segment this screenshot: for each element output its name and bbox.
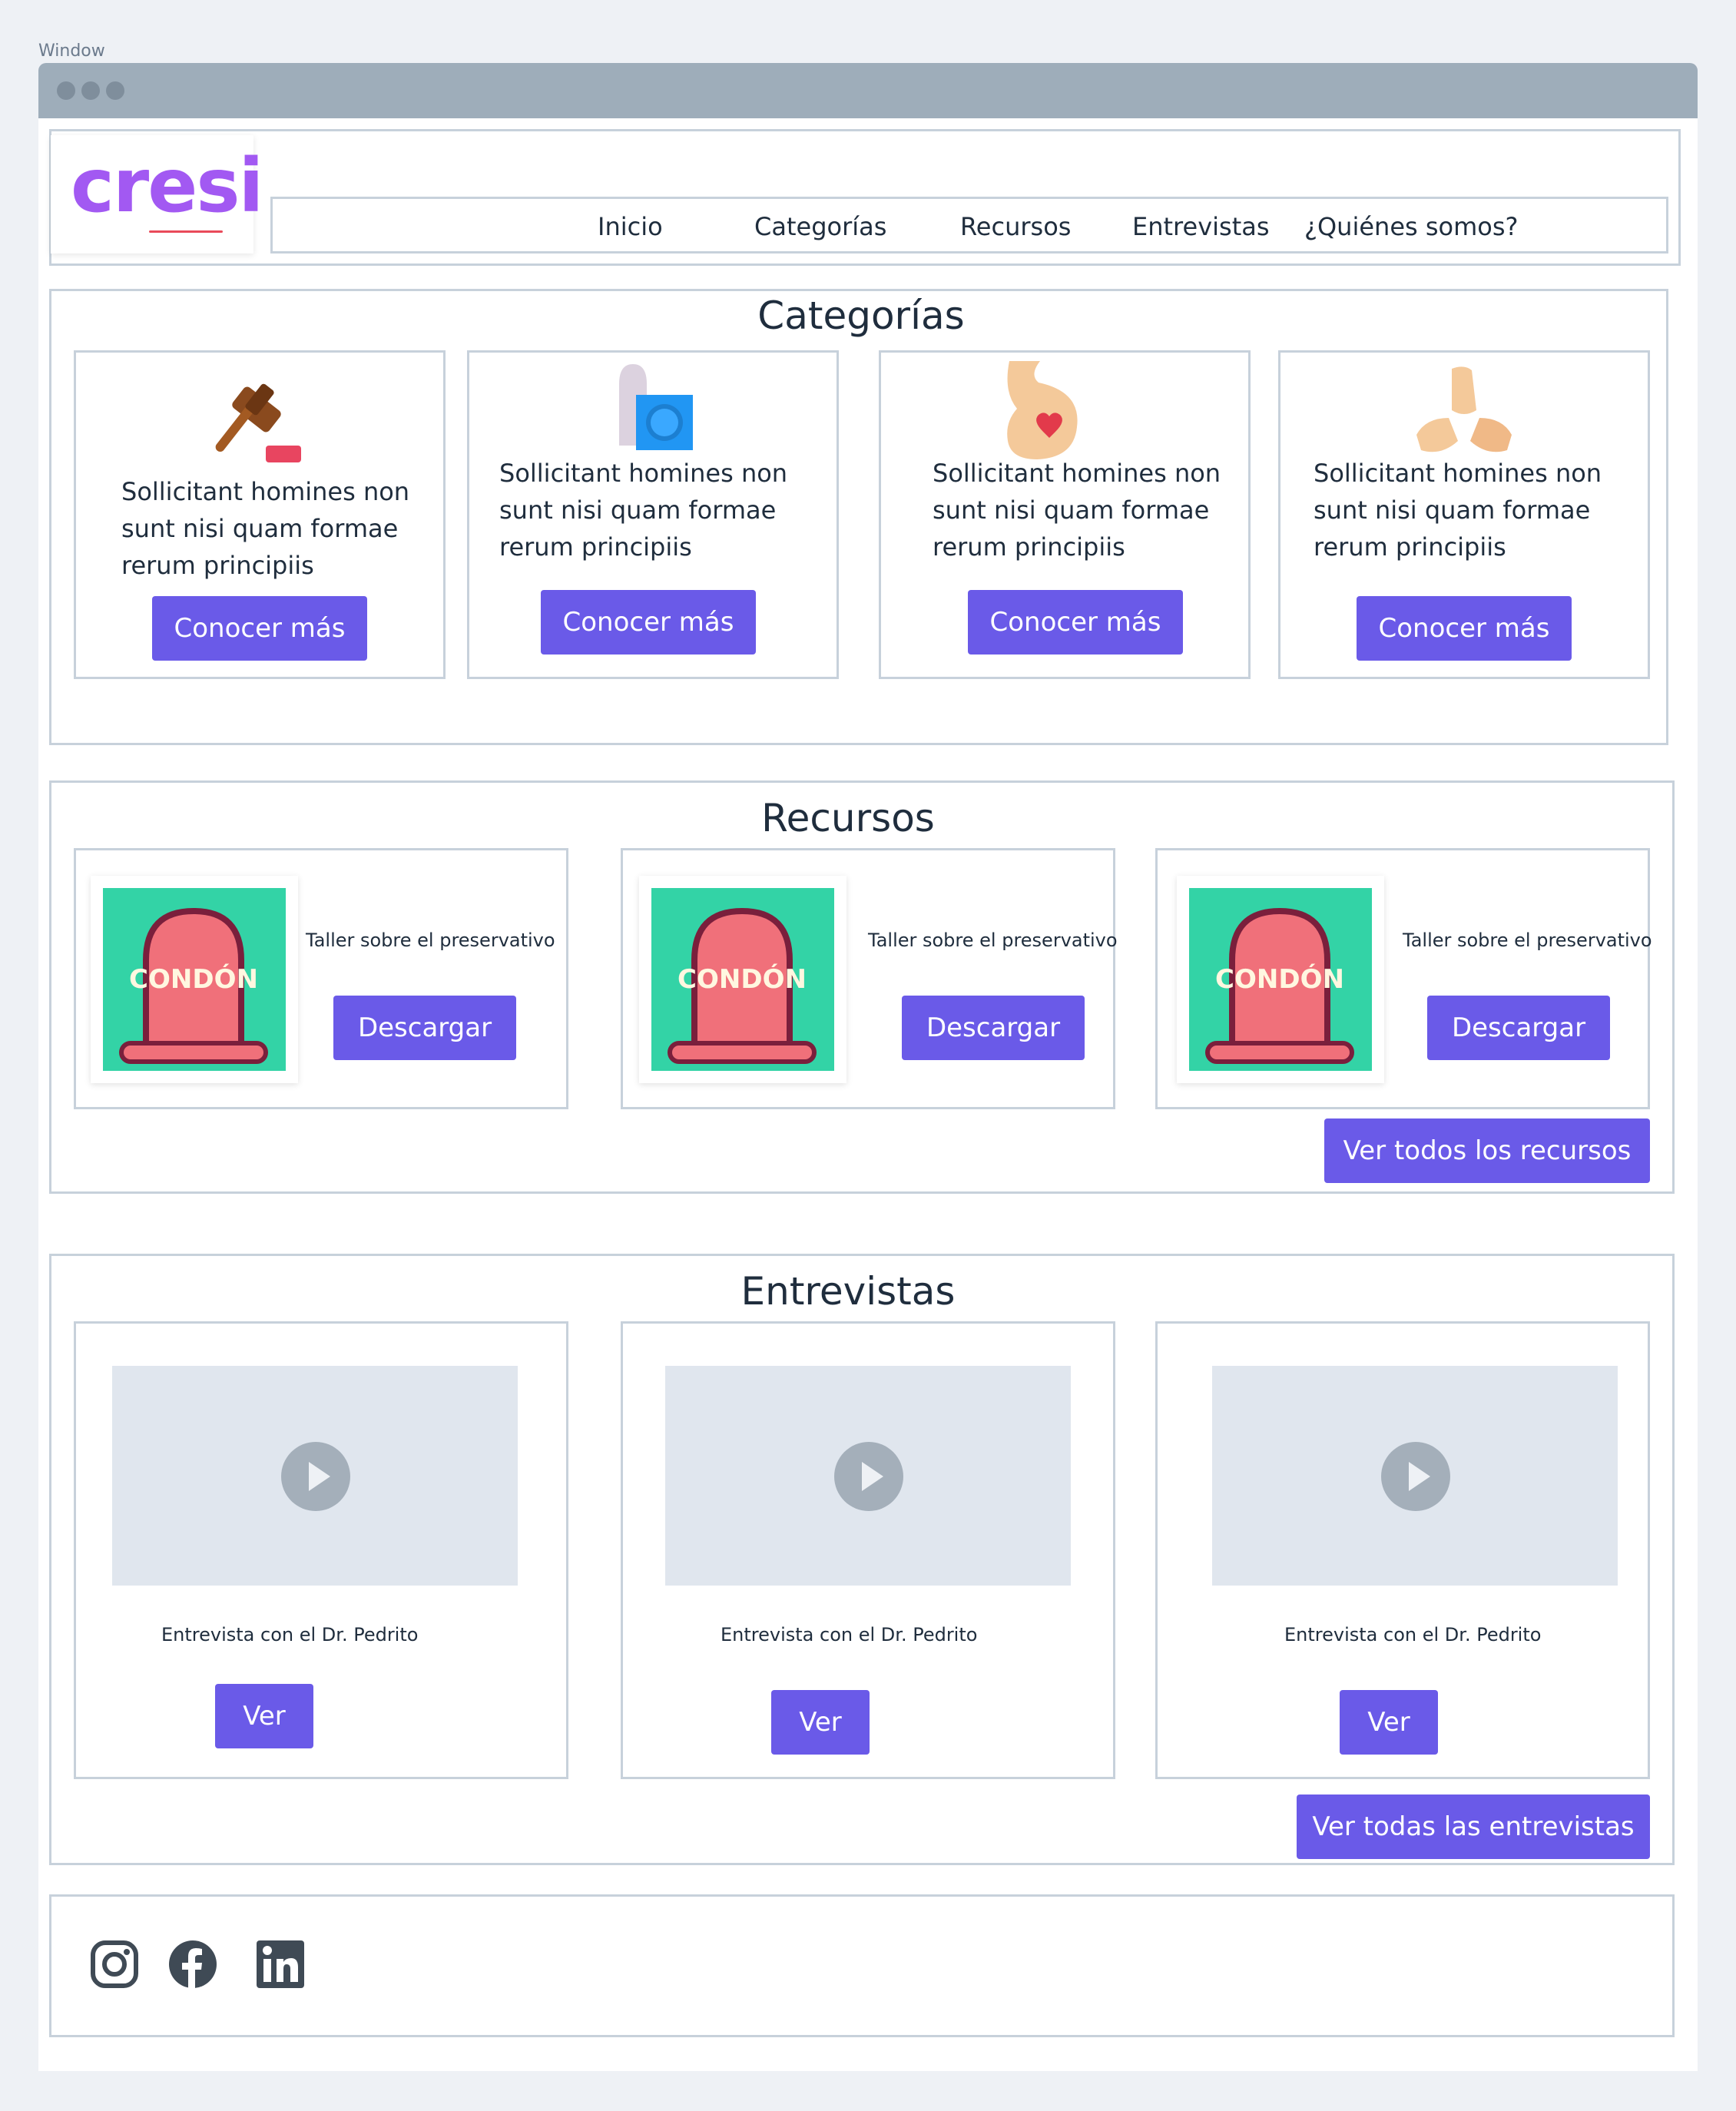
category-text: Sollicitant homines non sunt nisi quam f… [121,477,410,580]
conocer-mas-button[interactable]: Conocer más [541,590,756,655]
ver-button[interactable]: Ver [215,1684,313,1748]
instagram-icon[interactable] [89,1939,140,1990]
gavel-icon [215,383,301,462]
window-dot [106,81,124,100]
play-icon[interactable] [834,1442,903,1511]
linkedin-icon[interactable] [255,1939,306,1990]
video-player[interactable] [665,1366,1071,1586]
video-player[interactable] [1212,1366,1618,1586]
window-dot [57,81,75,100]
resource-poster[interactable]: CONDÓN [1177,876,1384,1083]
category-text: Sollicitant homines non sunt nisi quam f… [933,459,1221,562]
condom-poster-image: CONDÓN [1189,888,1372,1071]
window-titlebar [38,63,1698,118]
logo[interactable]: cresi [51,135,263,254]
nav-inicio[interactable]: Inicio [598,212,663,241]
logo-text: cresi [71,143,263,229]
descargar-button[interactable]: Descargar [333,996,516,1060]
descargar-button[interactable]: Descargar [902,996,1085,1060]
facebook-icon[interactable] [167,1939,218,1990]
interview-label: Entrevista con el Dr. Pedrito [161,1624,419,1645]
window-label: Window [38,41,105,61]
hands-icon [1416,366,1512,452]
recursos-title: Recursos [761,796,935,840]
resource-poster[interactable]: CONDÓN [639,876,846,1083]
resource-label: Taller sobre el preservativo [868,930,1118,951]
ver-todas-entrevistas-button[interactable]: Ver todas las entrevistas [1297,1795,1650,1859]
ver-button[interactable]: Ver [771,1690,870,1755]
nav-categorias[interactable]: Categorías [754,212,886,241]
conocer-mas-button[interactable]: Conocer más [152,596,367,661]
nav-quienes-somos[interactable]: ¿Quiénes somos? [1304,212,1519,241]
svg-text:CONDÓN: CONDÓN [678,963,807,995]
resource-label: Taller sobre el preservativo [1403,930,1652,951]
entrevistas-title: Entrevistas [740,1269,956,1314]
category-text: Sollicitant homines non sunt nisi quam f… [1314,459,1602,562]
resource-poster[interactable]: CONDÓN [91,876,298,1083]
ver-todos-recursos-button[interactable]: Ver todos los recursos [1324,1118,1650,1183]
play-icon[interactable] [281,1442,350,1511]
condom-poster-image: CONDÓN [103,888,286,1071]
nav-recursos[interactable]: Recursos [960,212,1071,241]
pregnancy-icon [1007,361,1078,459]
resource-label: Taller sobre el preservativo [306,930,555,951]
nav-entrevistas[interactable]: Entrevistas [1132,212,1270,241]
logo-underline [149,230,223,233]
interview-label: Entrevista con el Dr. Pedrito [721,1624,978,1645]
svg-text:CONDÓN: CONDÓN [1215,963,1344,995]
descargar-button[interactable]: Descargar [1427,996,1610,1060]
window-dot [81,81,100,100]
svg-text:CONDÓN: CONDÓN [129,963,258,995]
category-text: Sollicitant homines non sunt nisi quam f… [499,459,788,562]
conocer-mas-button[interactable]: Conocer más [968,590,1183,655]
video-player[interactable] [112,1366,518,1586]
ver-button[interactable]: Ver [1340,1690,1438,1755]
interview-label: Entrevista con el Dr. Pedrito [1284,1624,1542,1645]
conocer-mas-button[interactable]: Conocer más [1357,596,1572,661]
categorias-title: Categorías [757,293,965,338]
play-icon[interactable] [1381,1442,1450,1511]
condom-poster-image: CONDÓN [651,888,834,1071]
condom-icon [619,364,693,450]
